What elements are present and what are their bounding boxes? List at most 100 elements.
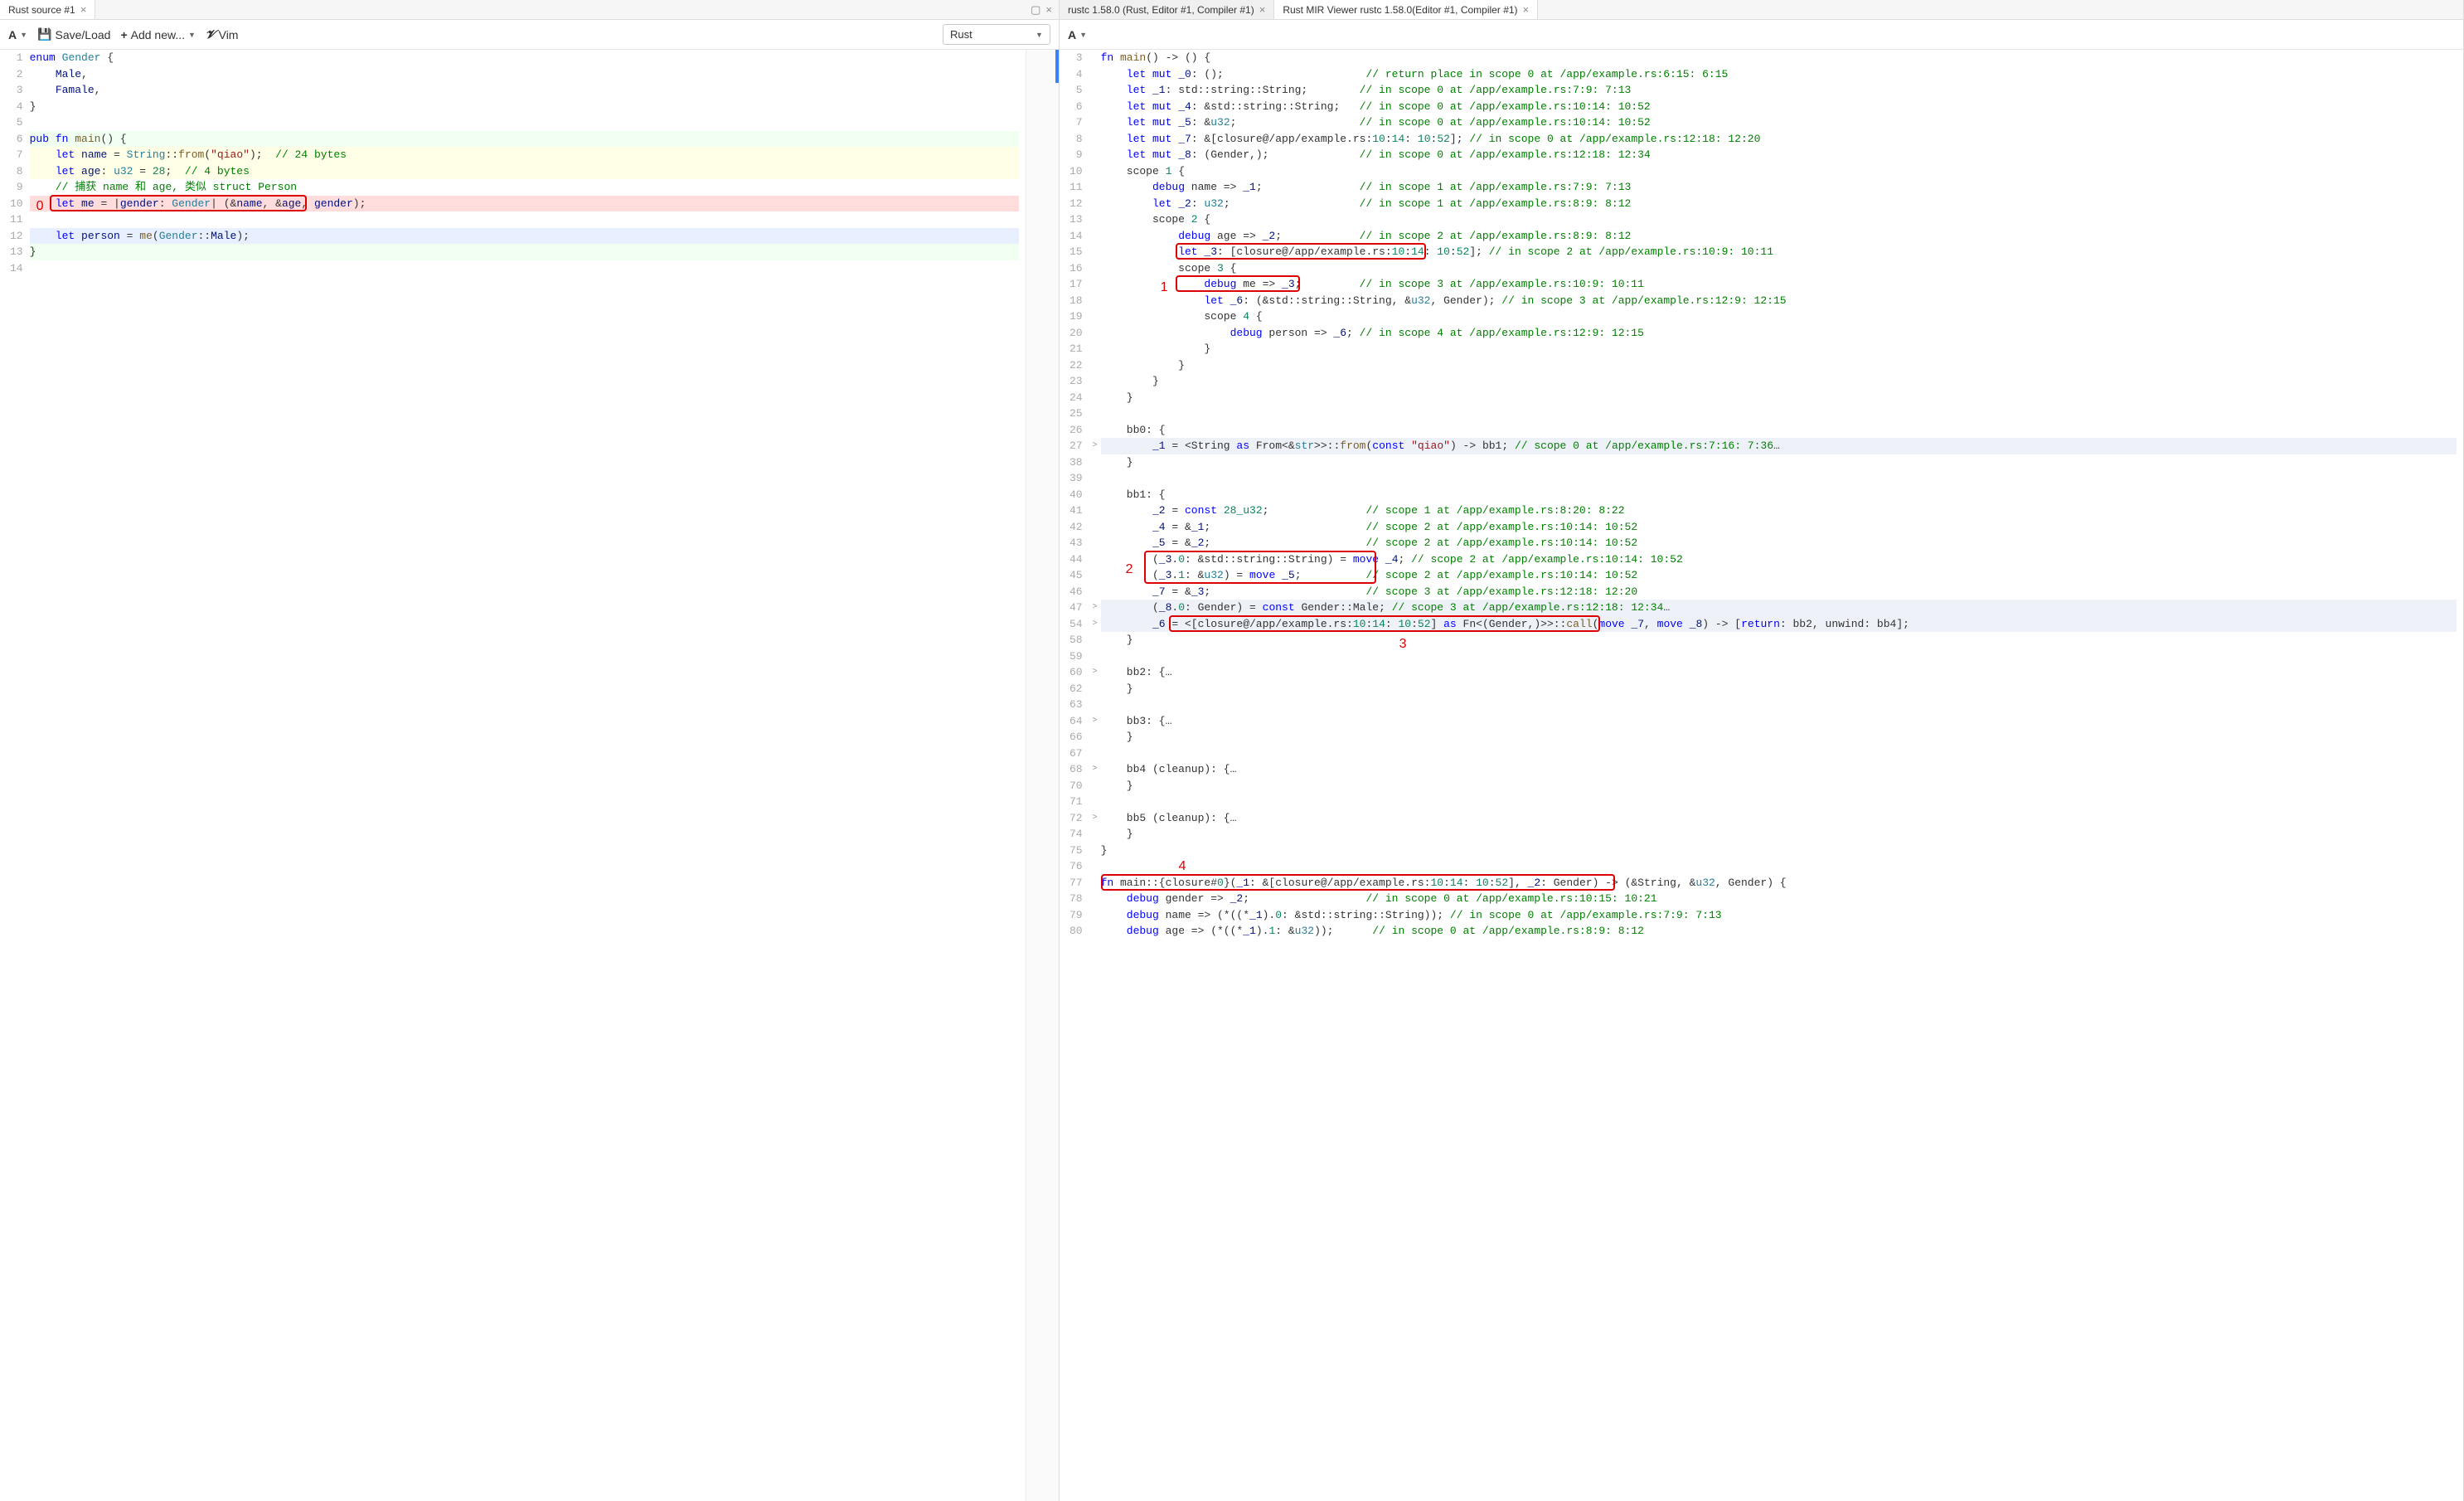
- code-line[interactable]: let age: u32 = 28; // 4 bytes: [30, 163, 1019, 180]
- code-line[interactable]: bb3: {…: [1101, 713, 2457, 730]
- code-line[interactable]: _4 = &_1; // scope 2 at /app/example.rs:…: [1101, 519, 2457, 536]
- code-line[interactable]: debug name => _1; // in scope 1 at /app/…: [1101, 179, 2457, 196]
- code-line[interactable]: fn main() -> () {: [1101, 50, 2457, 66]
- code-line[interactable]: let mut _8: (Gender,); // in scope 0 at …: [1101, 147, 2457, 163]
- tab[interactable]: rustc 1.58.0 (Rust, Editor #1, Compiler …: [1060, 0, 1274, 19]
- code-line[interactable]: scope 1 {: [1101, 163, 2457, 180]
- code-area[interactable]: enum Gender { Male, Famale,} pub fn main(…: [30, 50, 1026, 1501]
- code-line[interactable]: }: [1101, 373, 2457, 390]
- code-line[interactable]: let name = String::from("qiao"); // 24 b…: [30, 147, 1019, 163]
- vim-button[interactable]: 𝓥 Vim: [206, 27, 239, 41]
- font-size-button[interactable]: A▼: [1068, 28, 1087, 41]
- language-select[interactable]: Rust ▼: [943, 24, 1050, 45]
- window-maximize-icon[interactable]: ▢: [1031, 3, 1040, 17]
- left-editor[interactable]: 1234567891011121314 enum Gender { Male, …: [0, 50, 1059, 1501]
- code-line[interactable]: }: [1101, 843, 2457, 859]
- code-line[interactable]: // 捕获 name 和 age, 类似 struct Person: [30, 179, 1019, 196]
- code-line[interactable]: let mut _0: (); // return place in scope…: [1101, 66, 2457, 83]
- code-line[interactable]: }: [1101, 341, 2457, 357]
- font-size-button[interactable]: A▼: [8, 28, 27, 41]
- fold-toggle[interactable]: >: [1089, 600, 1101, 616]
- code-line[interactable]: debug person => _6; // in scope 4 at /ap…: [1101, 325, 2457, 342]
- code-line[interactable]: Male,: [30, 66, 1019, 83]
- code-line[interactable]: let _1: std::string::String; // in scope…: [1101, 82, 2457, 99]
- code-line[interactable]: debug gender => _2; // in scope 0 at /ap…: [1101, 891, 2457, 907]
- code-line[interactable]: (_3.1: &u32) = move _5; // scope 2 at /a…: [1101, 567, 2457, 584]
- code-line[interactable]: }: [1101, 729, 2457, 746]
- tab-rust-source[interactable]: Rust source #1 ×: [0, 0, 95, 19]
- close-icon[interactable]: ×: [1259, 3, 1266, 16]
- code-line[interactable]: }: [1101, 681, 2457, 697]
- code-area[interactable]: fn main() -> () { let mut _0: (); // ret…: [1101, 50, 2463, 1501]
- code-line[interactable]: }: [1101, 778, 2457, 794]
- code-line[interactable]: [1101, 648, 2457, 665]
- code-line[interactable]: [1101, 697, 2457, 713]
- code-line[interactable]: [1101, 406, 2457, 422]
- code-line[interactable]: let _2: u32; // in scope 1 at /app/examp…: [1101, 196, 2457, 212]
- code-line[interactable]: scope 2 {: [1101, 211, 2457, 228]
- code-line[interactable]: [1101, 470, 2457, 487]
- code-line[interactable]: (_3.0: &std::string::String) = move _4; …: [1101, 551, 2457, 568]
- code-line[interactable]: _5 = &_2; // scope 2 at /app/example.rs:…: [1101, 535, 2457, 551]
- code-line[interactable]: debug age => (*((*_1).1: &u32)); // in s…: [1101, 923, 2457, 940]
- code-line[interactable]: Famale,: [30, 82, 1019, 99]
- code-line[interactable]: }: [1101, 357, 2457, 374]
- code-line[interactable]: bb1: {: [1101, 487, 2457, 503]
- code-line[interactable]: }: [1101, 826, 2457, 843]
- code-line[interactable]: pub fn main() {: [30, 131, 1019, 148]
- fold-toggle[interactable]: >: [1089, 616, 1101, 633]
- code-line[interactable]: [1101, 858, 2457, 875]
- code-line[interactable]: [30, 260, 1019, 277]
- line-number: 60: [1070, 664, 1083, 681]
- code-line[interactable]: [1101, 794, 2457, 810]
- minimap[interactable]: [1026, 50, 1059, 1501]
- code-line[interactable]: debug name => (*((*_1).0: &std::string::…: [1101, 907, 2457, 924]
- code-line[interactable]: scope 4 {: [1101, 308, 2457, 325]
- line-number: 26: [1070, 422, 1083, 439]
- fold-toggle[interactable]: >: [1089, 761, 1101, 778]
- code-line[interactable]: _1 = <String as From<&str>>::from(const …: [1101, 438, 2457, 454]
- line-number: 58: [1070, 632, 1083, 648]
- code-line[interactable]: let mut _4: &std::string::String; // in …: [1101, 99, 2457, 115]
- code-line[interactable]: }: [1101, 454, 2457, 471]
- code-line[interactable]: (_8.0: Gender) = const Gender::Male; // …: [1101, 600, 2457, 616]
- save-load-button[interactable]: 💾 Save/Load: [37, 27, 110, 41]
- close-icon[interactable]: ×: [1523, 3, 1530, 16]
- fold-toggle[interactable]: >: [1089, 664, 1101, 681]
- right-editor[interactable]: 3456789101112131415161718192021222324252…: [1060, 50, 2463, 1501]
- fold-toggle[interactable]: >: [1089, 713, 1101, 730]
- code-line[interactable]: let person = me(Gender::Male);: [30, 228, 1019, 245]
- code-line[interactable]: let mut _5: &u32; // in scope 0 at /app/…: [1101, 114, 2457, 131]
- code-line[interactable]: debug me => _3; // in scope 3 at /app/ex…: [1101, 276, 2457, 293]
- tab[interactable]: Rust MIR Viewer rustc 1.58.0(Editor #1, …: [1274, 0, 1538, 19]
- code-line[interactable]: _7 = &_3; // scope 3 at /app/example.rs:…: [1101, 584, 2457, 600]
- code-line[interactable]: let mut _7: &[closure@/app/example.rs:10…: [1101, 131, 2457, 148]
- code-line[interactable]: enum Gender {: [30, 50, 1019, 66]
- close-icon[interactable]: ×: [80, 3, 87, 16]
- code-line[interactable]: scope 3 {: [1101, 260, 2457, 277]
- code-line[interactable]: let _6: (&std::string::String, &u32, Gen…: [1101, 293, 2457, 309]
- code-line[interactable]: bb5 (cleanup): {…: [1101, 810, 2457, 827]
- code-line[interactable]: bb0: {: [1101, 422, 2457, 439]
- fold-toggle[interactable]: >: [1089, 438, 1101, 454]
- add-new-button[interactable]: + Add new...▼: [120, 28, 196, 41]
- code-line[interactable]: let me = |gender: Gender| (&name, &age, …: [30, 196, 1019, 212]
- code-line[interactable]: bb2: {…: [1101, 664, 2457, 681]
- code-line[interactable]: }: [30, 244, 1019, 260]
- fold-toggle[interactable]: >: [1089, 810, 1101, 827]
- code-line[interactable]: _6 = <[closure@/app/example.rs:10:14: 10…: [1101, 616, 2457, 633]
- code-line[interactable]: [1101, 746, 2457, 762]
- code-line[interactable]: [30, 211, 1019, 228]
- chevron-down-icon: ▼: [188, 31, 196, 39]
- line-number: 40: [1070, 487, 1083, 503]
- code-line[interactable]: bb4 (cleanup): {…: [1101, 761, 2457, 778]
- code-line[interactable]: fn main::{closure#0}(_1: &[closure@/app/…: [1101, 875, 2457, 891]
- window-close-icon[interactable]: ×: [1045, 3, 1052, 17]
- code-line[interactable]: let _3: [closure@/app/example.rs:10:14: …: [1101, 244, 2457, 260]
- code-line[interactable]: }: [1101, 632, 2457, 648]
- code-line[interactable]: debug age => _2; // in scope 2 at /app/e…: [1101, 228, 2457, 245]
- code-line[interactable]: _2 = const 28_u32; // scope 1 at /app/ex…: [1101, 503, 2457, 519]
- code-line[interactable]: }: [30, 99, 1019, 115]
- code-line[interactable]: [30, 114, 1019, 131]
- code-line[interactable]: }: [1101, 390, 2457, 406]
